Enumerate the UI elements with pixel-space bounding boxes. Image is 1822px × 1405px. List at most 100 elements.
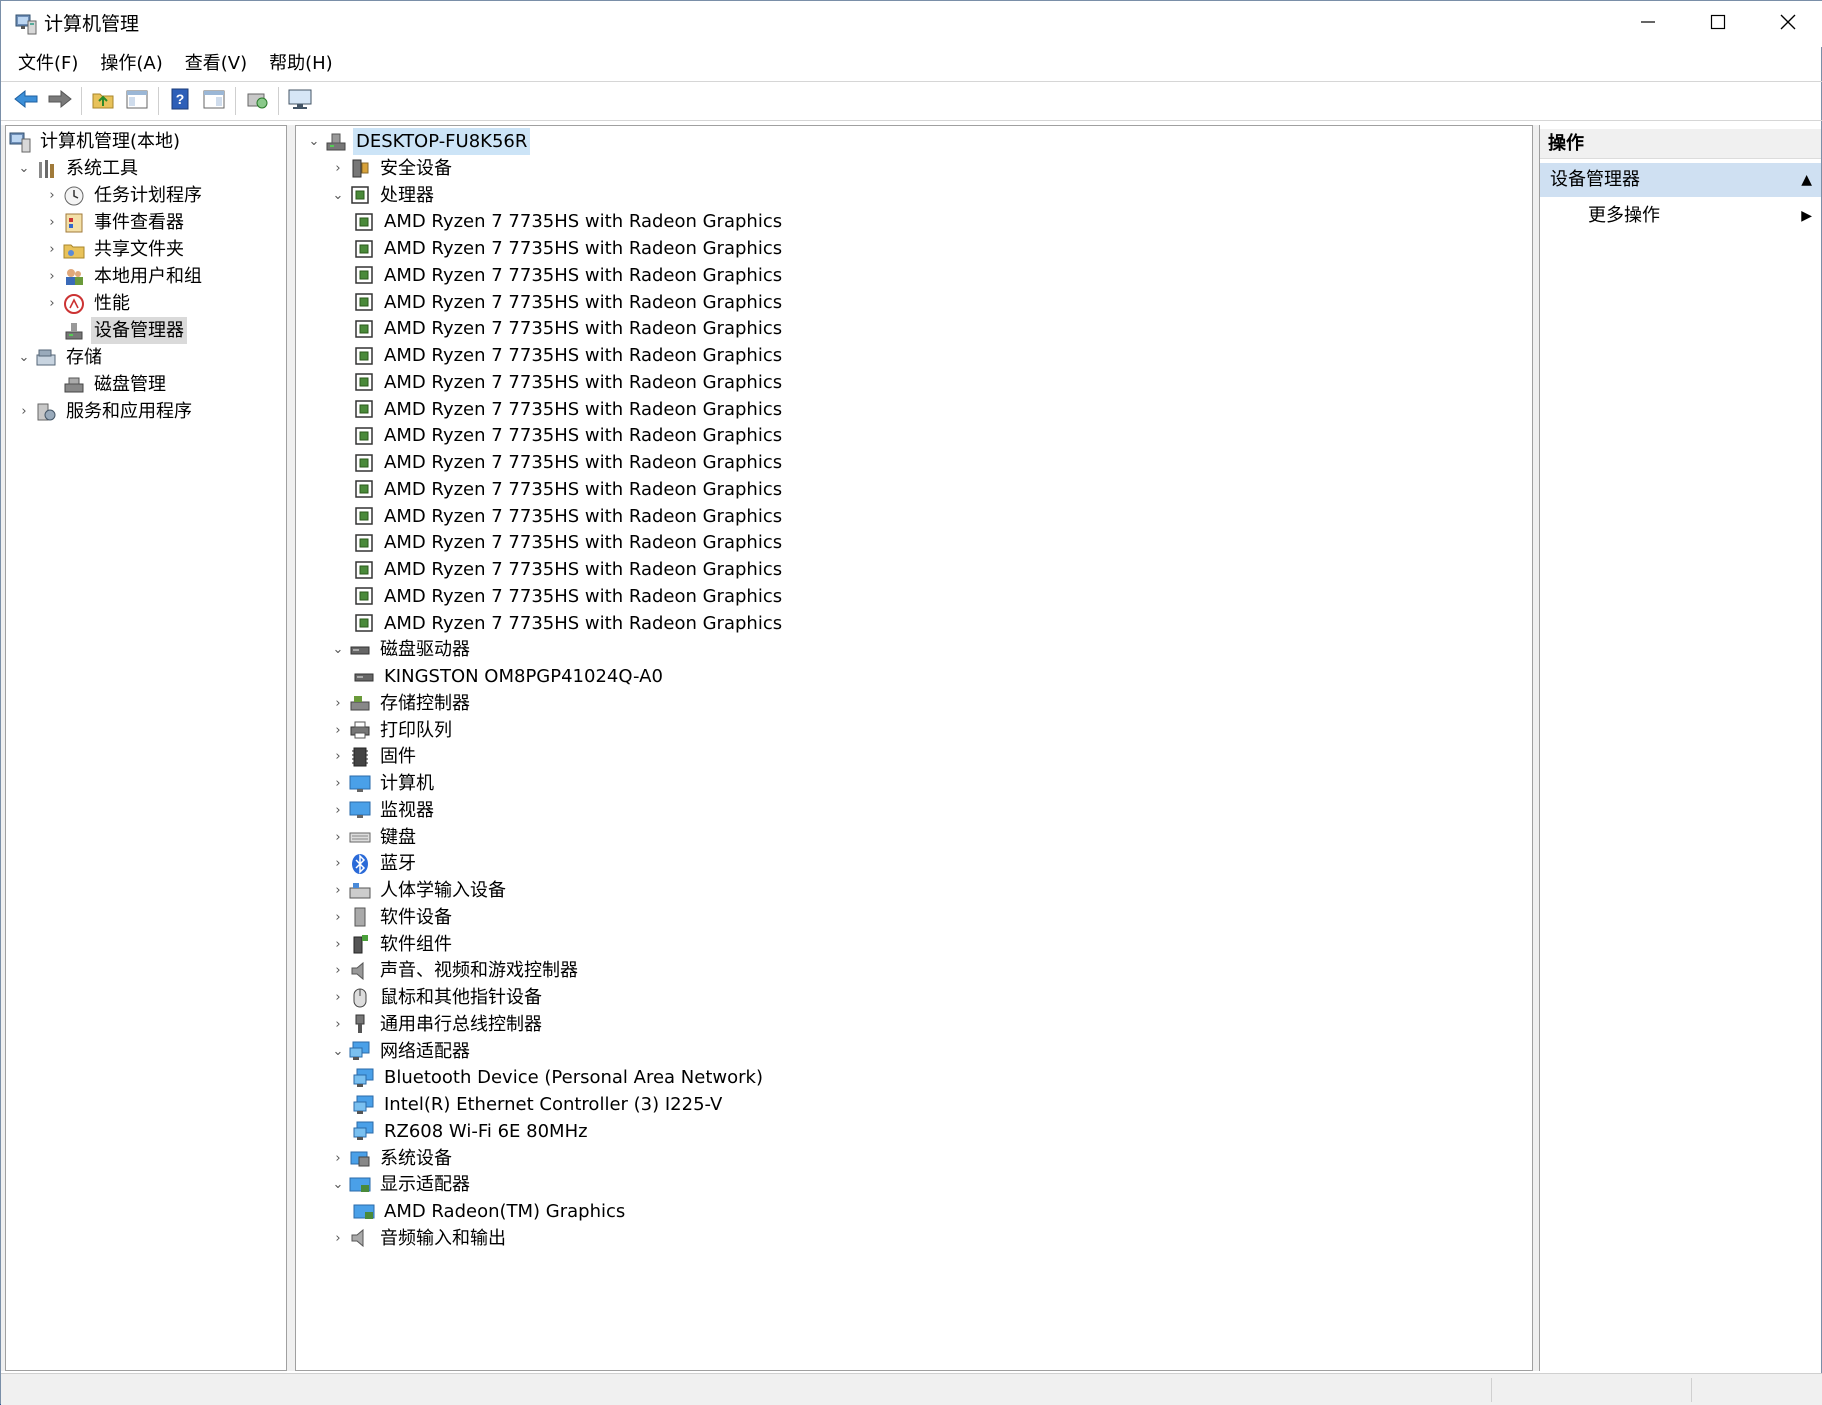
processor-item[interactable]: AMD Ryzen 7 7735HS with Radeon Graphics (352, 208, 785, 235)
chevron-right-icon[interactable]: › (328, 931, 348, 958)
category-processors[interactable]: ⌄ 处理器 (328, 182, 437, 209)
tree-item-local-users[interactable]: › 本地用户和组 (42, 263, 205, 290)
category-usb-controllers[interactable]: › 通用串行总线控制器 (328, 1011, 545, 1038)
chevron-down-icon[interactable]: ⌄ (328, 1038, 348, 1065)
processor-item[interactable]: AMD Ryzen 7 7735HS with Radeon Graphics (352, 396, 785, 423)
tree-item-device-manager[interactable]: 设备管理器 (62, 317, 187, 344)
category-mice[interactable]: › 鼠标和其他指针设备 (328, 984, 545, 1011)
chevron-right-icon[interactable]: › (328, 690, 348, 717)
chevron-down-icon[interactable]: ⌄ (328, 182, 348, 209)
disk-item[interactable]: KINGSTON OM8PGP41024Q-A0 (352, 663, 666, 690)
chevron-right-icon[interactable]: › (328, 1011, 348, 1038)
chevron-right-icon[interactable]: › (14, 398, 34, 425)
processor-item[interactable]: AMD Ryzen 7 7735HS with Radeon Graphics (352, 289, 785, 316)
processor-item[interactable]: AMD Ryzen 7 7735HS with Radeon Graphics (352, 369, 785, 396)
menu-action[interactable]: 操作(A) (89, 47, 173, 81)
category-storage-controllers[interactable]: › 存储控制器 (328, 690, 473, 717)
processor-item[interactable]: AMD Ryzen 7 7735HS with Radeon Graphics (352, 449, 785, 476)
tree-item-shared-folders[interactable]: › 共享文件夹 (42, 236, 187, 263)
tree-item-system-tools[interactable]: ⌄ 系统工具 (14, 155, 141, 182)
network-adapter-item[interactable]: Bluetooth Device (Personal Area Network) (352, 1064, 766, 1091)
category-keyboards[interactable]: › 键盘 (328, 824, 419, 851)
tree-item-storage[interactable]: ⌄ 存储 (14, 344, 105, 371)
category-disk-drives[interactable]: ⌄ 磁盘驱动器 (328, 636, 473, 663)
processor-item[interactable]: AMD Ryzen 7 7735HS with Radeon Graphics (352, 583, 785, 610)
show-hide-action-pane-button[interactable] (197, 84, 231, 118)
chevron-right-icon[interactable]: › (42, 209, 62, 236)
help-button[interactable]: ? (163, 84, 197, 118)
monitor-button[interactable] (283, 84, 317, 118)
network-adapter-item[interactable]: RZ608 Wi-Fi 6E 80MHz (352, 1118, 591, 1145)
chevron-right-icon[interactable]: › (42, 236, 62, 263)
close-button[interactable] (1753, 1, 1822, 47)
chevron-right-icon[interactable]: › (328, 850, 348, 877)
processor-item[interactable]: AMD Ryzen 7 7735HS with Radeon Graphics (352, 262, 785, 289)
chevron-right-icon[interactable]: › (328, 770, 348, 797)
menu-file[interactable]: 文件(F) (7, 47, 89, 81)
tree-item-event-viewer[interactable]: › 事件查看器 (42, 209, 187, 236)
back-button[interactable] (9, 84, 43, 118)
category-hid[interactable]: › 人体学输入设备 (328, 877, 509, 904)
category-software-devices[interactable]: › 软件设备 (328, 904, 455, 931)
category-sound-video-game[interactable]: › 声音、视频和游戏控制器 (328, 957, 581, 984)
processor-item[interactable]: AMD Ryzen 7 7735HS with Radeon Graphics (352, 342, 785, 369)
processor-item[interactable]: AMD Ryzen 7 7735HS with Radeon Graphics (352, 503, 785, 530)
chevron-right-icon[interactable]: › (328, 877, 348, 904)
chevron-right-icon[interactable]: › (328, 904, 348, 931)
actions-section-device-manager[interactable]: 设备管理器 ▲ (1540, 163, 1821, 197)
category-display-adapters[interactable]: ⌄ 显示适配器 (328, 1171, 473, 1198)
forward-button[interactable] (43, 84, 77, 118)
chevron-right-icon[interactable]: › (328, 797, 348, 824)
category-monitors[interactable]: › 监视器 (328, 797, 437, 824)
show-hide-tree-button[interactable] (120, 84, 154, 118)
chevron-down-icon[interactable]: ⌄ (14, 344, 34, 371)
tree-item-disk-management[interactable]: 磁盘管理 (62, 371, 169, 398)
chevron-right-icon[interactable]: › (328, 155, 348, 182)
chevron-right-icon[interactable]: › (328, 824, 348, 851)
chevron-right-icon[interactable]: › (328, 957, 348, 984)
tree-item-performance[interactable]: › 性能 (42, 290, 133, 317)
chevron-down-icon[interactable]: ⌄ (328, 1171, 348, 1198)
menu-help[interactable]: 帮助(H) (258, 47, 344, 81)
category-software-components[interactable]: › 软件组件 (328, 931, 455, 958)
chevron-right-icon[interactable]: › (328, 743, 348, 770)
processor-item[interactable]: AMD Ryzen 7 7735HS with Radeon Graphics (352, 235, 785, 262)
tree-item-computer-root[interactable]: ⌄ DESKTOP-FU8K56R (304, 128, 531, 155)
category-firmware[interactable]: › 固件 (328, 743, 419, 770)
category-security-devices[interactable]: › 安全设备 (328, 155, 455, 182)
processor-item[interactable]: AMD Ryzen 7 7735HS with Radeon Graphics (352, 529, 785, 556)
category-network-adapters[interactable]: ⌄ 网络适配器 (328, 1038, 473, 1065)
processor-item[interactable]: AMD Ryzen 7 7735HS with Radeon Graphics (352, 422, 785, 449)
chevron-down-icon[interactable]: ⌄ (304, 128, 324, 155)
chevron-right-icon[interactable]: › (328, 1145, 348, 1172)
processor-item[interactable]: AMD Ryzen 7 7735HS with Radeon Graphics (352, 610, 785, 637)
category-computer[interactable]: › 计算机 (328, 770, 437, 797)
display-adapter-item[interactable]: AMD Radeon(TM) Graphics (352, 1198, 628, 1225)
category-print-queues[interactable]: › 打印队列 (328, 717, 455, 744)
chevron-right-icon[interactable]: › (328, 1225, 348, 1252)
tree-item-services-apps[interactable]: › 服务和应用程序 (14, 398, 195, 425)
tree-item-root[interactable]: 计算机管理(本地) (8, 128, 183, 155)
network-adapter-item[interactable]: Intel(R) Ethernet Controller (3) I225-V (352, 1091, 725, 1118)
chevron-right-icon[interactable]: › (42, 263, 62, 290)
chevron-down-icon[interactable]: ⌄ (328, 636, 348, 663)
collapse-up-icon[interactable]: ▲ (1801, 163, 1812, 197)
title-bar[interactable]: 计算机管理 (1, 1, 1822, 47)
menu-view[interactable]: 查看(V) (174, 47, 258, 81)
processor-item[interactable]: AMD Ryzen 7 7735HS with Radeon Graphics (352, 476, 785, 503)
more-actions-item[interactable]: 更多操作 ▶ (1588, 199, 1821, 233)
category-system-devices[interactable]: › 系统设备 (328, 1145, 455, 1172)
scan-hardware-button[interactable] (240, 84, 274, 118)
chevron-right-icon[interactable]: › (42, 182, 62, 209)
category-audio-io[interactable]: › 音频输入和输出 (328, 1225, 509, 1252)
up-folder-button[interactable] (86, 84, 120, 118)
chevron-right-icon[interactable]: › (42, 290, 62, 317)
category-bluetooth[interactable]: › 蓝牙 (328, 850, 419, 877)
chevron-right-icon[interactable]: › (328, 984, 348, 1011)
maximize-button[interactable] (1683, 1, 1753, 47)
processor-item[interactable]: AMD Ryzen 7 7735HS with Radeon Graphics (352, 556, 785, 583)
splitter-left[interactable] (287, 125, 295, 1371)
tree-item-task-scheduler[interactable]: › 任务计划程序 (42, 182, 205, 209)
chevron-down-icon[interactable]: ⌄ (14, 155, 34, 182)
chevron-right-icon[interactable]: › (328, 717, 348, 744)
